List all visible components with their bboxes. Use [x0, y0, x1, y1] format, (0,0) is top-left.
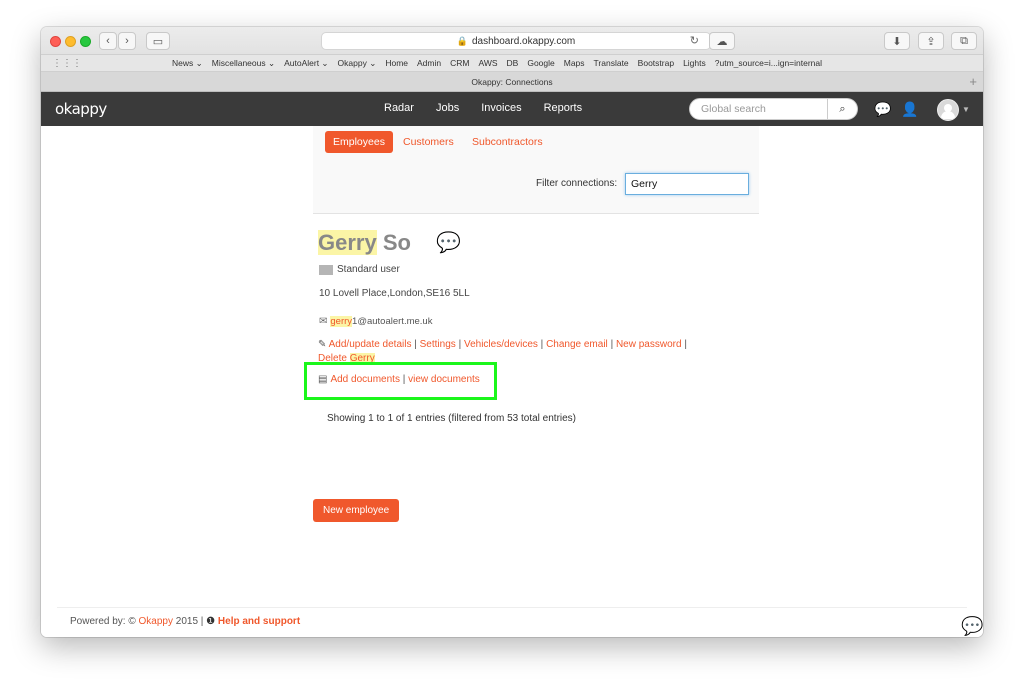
- tab-customers[interactable]: Customers: [395, 131, 462, 153]
- nav-radar[interactable]: Radar: [384, 102, 414, 114]
- sidebar-toggle-button[interactable]: ▭: [146, 32, 170, 50]
- download-icon: ⬇: [892, 35, 902, 48]
- address-bar[interactable]: 🔒 dashboard.okappy.com: [321, 32, 711, 50]
- info-icon: ❶: [206, 616, 218, 627]
- messages-icon[interactable]: 💬: [874, 101, 891, 118]
- footer-divider: [57, 607, 967, 608]
- browser-tab[interactable]: Okappy: Connections +: [41, 72, 983, 92]
- forward-button[interactable]: ›: [118, 32, 136, 50]
- email-rest: 1@autoalert.me.uk: [352, 316, 433, 327]
- filter-label: Filter connections:: [536, 178, 618, 189]
- person-name: Gerry So: [318, 230, 411, 256]
- browser-toolbar: ‹ › ▭ 🔒 dashboard.okappy.com ↻ ☁ ⬇ ⇪ ⧉: [41, 27, 983, 55]
- search-icon: ⌕: [839, 102, 846, 115]
- tabs-overview-button[interactable]: ⧉: [951, 32, 977, 50]
- tab-subcontractors[interactable]: Subcontractors: [464, 131, 551, 153]
- email: ✉ gerry1@autoalert.me.uk: [319, 316, 432, 327]
- lock-icon: 🔒: [456, 35, 468, 46]
- settings-link[interactable]: Settings: [420, 339, 456, 350]
- help-support-link[interactable]: Help and support: [218, 616, 300, 627]
- bookmark-utm[interactable]: ?utm_source=i...ign=internal: [715, 58, 822, 69]
- avatar[interactable]: [937, 99, 959, 121]
- tab-employees[interactable]: Employees: [325, 131, 393, 153]
- add-update-details-link[interactable]: Add/update details: [329, 339, 412, 350]
- cloud-icon: ☁: [716, 35, 728, 48]
- bookmark-autoalert[interactable]: AutoAlert ⌄: [284, 58, 328, 69]
- tabs-icon: ⧉: [960, 34, 968, 47]
- tab-title: Okappy: Connections: [471, 76, 553, 87]
- nav-jobs[interactable]: Jobs: [436, 102, 459, 114]
- bookmark-google[interactable]: Google: [527, 58, 554, 69]
- grid-icon[interactable]: ⋮⋮⋮: [52, 58, 82, 69]
- bookmark-home[interactable]: Home: [385, 58, 408, 69]
- bookmark-list: News ⌄ Miscellaneous ⌄ AutoAlert ⌄ Okapp…: [172, 58, 822, 69]
- bookmark-translate[interactable]: Translate: [594, 58, 629, 69]
- footer-prefix: Powered by: ©: [70, 616, 139, 627]
- reload-icon[interactable]: ↻: [690, 34, 699, 47]
- app-navbar: okappy Radar Jobs Invoices Reports Globa…: [41, 92, 983, 126]
- filter-value: Gerry: [631, 178, 658, 190]
- nav-invoices[interactable]: Invoices: [481, 102, 521, 114]
- role-color-swatch: [319, 264, 333, 275]
- sidebar-icon: ▭: [152, 35, 164, 48]
- minimize-window-button[interactable]: [65, 36, 76, 47]
- new-employee-button[interactable]: New employee: [313, 499, 400, 522]
- browser-window: ‹ › ▭ 🔒 dashboard.okappy.com ↻ ☁ ⬇ ⇪ ⧉ ⋮…: [41, 27, 983, 637]
- zoom-window-button[interactable]: [80, 36, 91, 47]
- filter-connections-input[interactable]: Gerry: [625, 173, 749, 195]
- footer-brand-link[interactable]: Okappy: [139, 616, 173, 627]
- chevron-right-icon: ›: [125, 35, 129, 47]
- icloud-tabs-button[interactable]: ☁: [709, 32, 735, 50]
- bookmark-crm[interactable]: CRM: [450, 58, 469, 69]
- close-window-button[interactable]: [50, 36, 61, 47]
- envelope-icon: ✉: [319, 316, 328, 327]
- bookmark-bootstrap[interactable]: Bootstrap: [638, 58, 674, 69]
- bookmark-news[interactable]: News ⌄: [172, 58, 203, 69]
- connections-filter-panel: Employees Customers Subcontractors Filte…: [313, 126, 759, 214]
- bookmark-db[interactable]: DB: [507, 58, 519, 69]
- global-search-input[interactable]: Global search: [689, 98, 828, 120]
- view-documents-link[interactable]: view documents: [408, 374, 480, 385]
- global-search-button[interactable]: ⌕: [828, 98, 858, 120]
- new-password-link[interactable]: New password: [616, 339, 682, 350]
- search-placeholder: Global search: [701, 103, 766, 115]
- footer: Powered by: © Okappy 2015 | ❶ Help and s…: [70, 616, 300, 627]
- person-first-name: Gerry: [318, 230, 377, 255]
- new-tab-icon[interactable]: +: [969, 74, 977, 89]
- email-link[interactable]: gerry: [330, 316, 353, 327]
- user-role: Standard user: [319, 264, 400, 275]
- back-button[interactable]: ‹: [99, 32, 117, 50]
- chevron-left-icon: ‹: [106, 35, 110, 47]
- address: 10 Lovell Place,London,SE16 5LL: [319, 288, 470, 299]
- okappy-logo[interactable]: okappy: [55, 100, 107, 118]
- main-nav: Radar Jobs Invoices Reports: [384, 102, 582, 114]
- bookmarks-bar: ⋮⋮⋮ News ⌄ Miscellaneous ⌄ AutoAlert ⌄ O…: [41, 55, 983, 72]
- bookmark-miscellaneous[interactable]: Miscellaneous ⌄: [212, 58, 275, 69]
- table-info: Showing 1 to 1 of 1 entries (filtered fr…: [327, 413, 577, 424]
- add-user-icon[interactable]: 👤: [901, 101, 918, 118]
- add-documents-link[interactable]: Add documents: [330, 374, 400, 385]
- bookmark-okappy[interactable]: Okappy ⌄: [338, 58, 377, 69]
- url-text: dashboard.okappy.com: [472, 35, 576, 47]
- share-button[interactable]: ⇪: [918, 32, 944, 50]
- live-chat-icon[interactable]: 💬: [961, 616, 983, 637]
- pencil-icon: ✎: [318, 339, 327, 350]
- main-content: Employees Customers Subcontractors Filte…: [41, 126, 983, 637]
- bookmark-maps[interactable]: Maps: [564, 58, 585, 69]
- file-icon: ▤: [318, 374, 328, 385]
- chevron-down-icon[interactable]: ▼: [962, 105, 970, 114]
- chat-icon[interactable]: 💬: [436, 230, 461, 255]
- bookmark-admin[interactable]: Admin: [417, 58, 441, 69]
- footer-year: 2015 |: [172, 616, 207, 627]
- role-text: Standard user: [337, 264, 400, 275]
- nav-reports[interactable]: Reports: [544, 102, 583, 114]
- share-icon: ⇪: [926, 35, 936, 48]
- bookmark-aws[interactable]: AWS: [478, 58, 497, 69]
- vehicles-devices-link[interactable]: Vehicles/devices: [464, 339, 538, 350]
- person-last-name: So: [382, 230, 411, 255]
- document-actions: ▤ Add documents | view documents: [318, 374, 480, 385]
- bookmark-lights[interactable]: Lights: [683, 58, 706, 69]
- change-email-link[interactable]: Change email: [546, 339, 608, 350]
- downloads-button[interactable]: ⬇: [884, 32, 910, 50]
